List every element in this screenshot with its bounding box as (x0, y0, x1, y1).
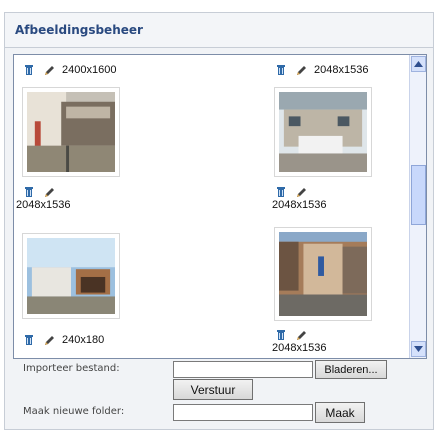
file-path-input[interactable] (173, 361, 313, 378)
image-dimensions: 2048x1536 (16, 199, 71, 211)
image-thumbnail[interactable] (22, 233, 120, 319)
chevron-up-icon (414, 61, 423, 67)
image-thumbnail[interactable] (274, 227, 372, 321)
pencil-icon[interactable] (294, 328, 308, 342)
image-dimensions: 2048x1536 (314, 64, 369, 76)
image-item-toolbar: 2048x1536 (272, 328, 327, 354)
new-folder-label: Maak nieuwe folder: (23, 406, 125, 417)
trash-icon[interactable] (274, 63, 288, 77)
image-grid: 2400x1600 2048x1536 2048x1536 2048x1536 … (14, 55, 409, 358)
scroll-up-button[interactable] (411, 56, 426, 72)
pencil-icon[interactable] (42, 333, 56, 347)
image-item-toolbar: 240x180 (22, 333, 104, 347)
submit-button[interactable]: Verstuur (173, 379, 253, 400)
image-list[interactable]: 2400x1600 2048x1536 2048x1536 2048x1536 … (13, 54, 427, 359)
image-dimensions: 2048x1536 (272, 342, 327, 354)
create-folder-button[interactable]: Maak (315, 402, 365, 423)
image-item-toolbar: 2048x1536 (274, 63, 368, 77)
image-dimensions: 240x180 (62, 334, 105, 346)
pencil-icon[interactable] (294, 185, 308, 199)
import-file-label: Importeer bestand: (23, 363, 120, 374)
vertical-scrollbar[interactable] (409, 55, 426, 358)
scrollbar-thumb[interactable] (411, 165, 426, 225)
image-item-toolbar: 2400x1600 (22, 63, 116, 77)
panel-title: Afbeeldingsbeheer (5, 13, 433, 48)
image-item-toolbar: 2048x1536 (272, 185, 327, 211)
chevron-down-icon (414, 346, 423, 352)
trash-icon[interactable] (22, 333, 36, 347)
new-folder-input[interactable] (173, 404, 313, 421)
trash-icon[interactable] (274, 328, 288, 342)
image-dimensions: 2400x1600 (62, 64, 117, 76)
pencil-icon[interactable] (42, 63, 56, 77)
pencil-icon[interactable] (294, 63, 308, 77)
pencil-icon[interactable] (42, 185, 56, 199)
trash-icon[interactable] (22, 63, 36, 77)
image-dimensions: 2048x1536 (272, 199, 327, 211)
image-item-toolbar: 2048x1536 (16, 185, 70, 211)
browse-button[interactable]: Bladeren... (315, 360, 387, 379)
image-thumbnail[interactable] (274, 87, 372, 177)
image-manager-panel: Afbeeldingsbeheer 2400x1600 2048x1536 20… (4, 12, 434, 430)
image-thumbnail[interactable] (22, 87, 120, 177)
scroll-down-button[interactable] (411, 341, 426, 357)
trash-icon[interactable] (22, 185, 36, 199)
trash-icon[interactable] (274, 185, 288, 199)
